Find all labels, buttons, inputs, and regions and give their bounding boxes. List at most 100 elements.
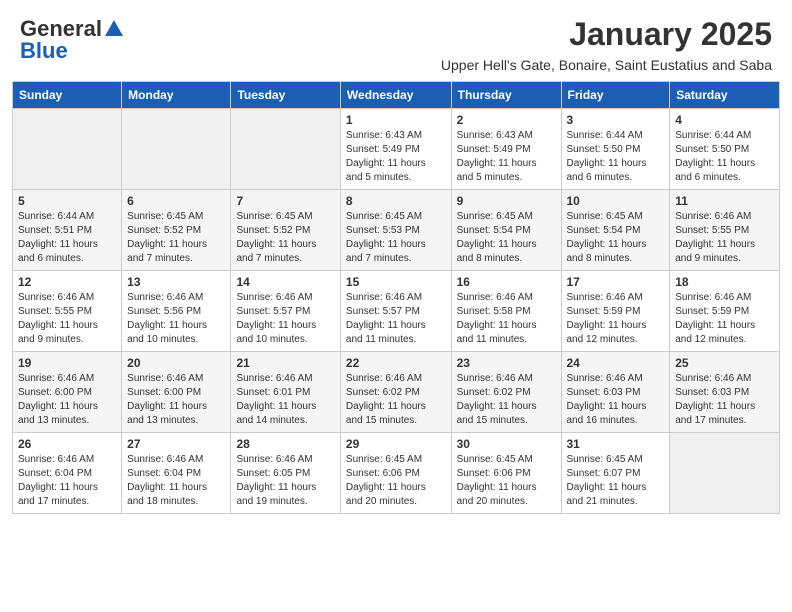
day-info: Sunrise: 6:46 AMSunset: 6:00 PMDaylight:… [18,372,116,428]
day-number: 18 [675,275,774,289]
table-row: 10Sunrise: 6:45 AMSunset: 5:54 PMDayligh… [561,190,670,271]
header-saturday: Saturday [670,82,780,109]
day-number: 22 [346,356,446,370]
calendar: Sunday Monday Tuesday Wednesday Thursday… [0,81,792,526]
table-row [231,109,340,190]
table-row: 3 Sunrise: 6:44 AMSunset: 5:50 PMDaylight… [561,109,670,190]
day-info: Sunrise: 6:46 AMSunset: 5:59 PMDaylight:… [675,291,774,347]
day-number: 27 [127,437,225,451]
table-row: 15Sunrise: 6:46 AMSunset: 5:57 PMDayligh… [340,271,451,352]
header-monday: Monday [122,82,231,109]
table-row: 17 Sunrise: 6:46 AMSunset: 5:59 PMDayligh… [561,271,670,352]
table-row: 5 Sunrise: 6:44 AMSunset: 5:51 PMDaylight… [13,190,122,271]
day-info: Sunrise: 6:46 AMSunset: 5:55 PMDaylight:… [675,210,774,266]
table-row: 28 Sunrise: 6:46 AMSunset: 6:05 PMDayligh… [231,433,340,514]
day-number: 26 [18,437,116,451]
day-info: Sunrise: 6:45 AMSunset: 5:53 PMDaylight:… [346,210,446,266]
day-number: 29 [346,437,446,451]
day-number: 1 [346,113,446,127]
table-row: 18 Sunrise: 6:46 AMSunset: 5:59 PMDayligh… [670,271,780,352]
day-info: Sunrise: 6:46 AMSunset: 6:03 PMDaylight:… [567,372,665,428]
table-row: 8 Sunrise: 6:45 AMSunset: 5:53 PMDaylight… [340,190,451,271]
day-number: 21 [236,356,334,370]
calendar-body: 1 Sunrise: 6:43 AMSunset: 5:49 PMDaylight… [13,109,780,514]
table-row: 1 Sunrise: 6:43 AMSunset: 5:49 PMDaylight… [340,109,451,190]
day-info: Sunrise: 6:44 AMSunset: 5:51 PMDaylight:… [18,210,116,266]
month-title: January 2025 [441,16,772,53]
table-row: 11 Sunrise: 6:46 AMSunset: 5:55 PMDayligh… [670,190,780,271]
logo: General Blue [20,16,125,64]
table-row: 22Sunrise: 6:46 AMSunset: 6:02 PMDayligh… [340,352,451,433]
day-number: 20 [127,356,225,370]
day-number: 24 [567,356,665,370]
day-number: 12 [18,275,116,289]
day-number: 11 [675,194,774,208]
day-info: Sunrise: 6:44 AMSunset: 5:50 PMDaylight:… [675,129,774,185]
calendar-table: Sunday Monday Tuesday Wednesday Thursday… [12,81,780,514]
day-info: Sunrise: 6:46 AMSunset: 5:57 PMDaylight:… [236,291,334,347]
logo-blue: Blue [20,38,68,64]
day-info: Sunrise: 6:46 AMSunset: 5:59 PMDaylight:… [567,291,665,347]
table-row: 23 Sunrise: 6:46 AMSunset: 6:02 PMDayligh… [451,352,561,433]
calendar-header: Sunday Monday Tuesday Wednesday Thursday… [13,82,780,109]
table-row: 25Sunrise: 6:46 AMSunset: 6:03 PMDayligh… [670,352,780,433]
table-row: 14Sunrise: 6:46 AMSunset: 5:57 PMDayligh… [231,271,340,352]
day-info: Sunrise: 6:45 AMSunset: 5:52 PMDaylight:… [127,210,225,266]
day-number: 15 [346,275,446,289]
table-row: 6 Sunrise: 6:45 AMSunset: 5:52 PMDaylight… [122,190,231,271]
day-number: 23 [457,356,556,370]
day-info: Sunrise: 6:46 AMSunset: 6:00 PMDaylight:… [127,372,225,428]
day-info: Sunrise: 6:45 AMSunset: 5:52 PMDaylight:… [236,210,334,266]
day-info: Sunrise: 6:46 AMSunset: 6:04 PMDaylight:… [127,453,225,509]
day-info: Sunrise: 6:45 AMSunset: 6:06 PMDaylight:… [346,453,446,509]
day-info: Sunrise: 6:45 AMSunset: 5:54 PMDaylight:… [457,210,556,266]
table-row: 27 Sunrise: 6:46 AMSunset: 6:04 PMDayligh… [122,433,231,514]
table-row: 30Sunrise: 6:45 AMSunset: 6:06 PMDayligh… [451,433,561,514]
location-subtitle: Upper Hell's Gate, Bonaire, Saint Eustat… [441,57,772,73]
day-info: Sunrise: 6:46 AMSunset: 5:55 PMDaylight:… [18,291,116,347]
header-wednesday: Wednesday [340,82,451,109]
day-info: Sunrise: 6:46 AMSunset: 5:58 PMDaylight:… [457,291,556,347]
day-number: 25 [675,356,774,370]
day-number: 5 [18,194,116,208]
day-info: Sunrise: 6:44 AMSunset: 5:50 PMDaylight:… [567,129,665,185]
table-row: 19 Sunrise: 6:46 AMSunset: 6:00 PMDayligh… [13,352,122,433]
table-row: 7 Sunrise: 6:45 AMSunset: 5:52 PMDaylight… [231,190,340,271]
day-number: 31 [567,437,665,451]
table-row: 31 Sunrise: 6:45 AMSunset: 6:07 PMDayligh… [561,433,670,514]
table-row: 12 Sunrise: 6:46 AMSunset: 5:55 PMDayligh… [13,271,122,352]
day-info: Sunrise: 6:43 AMSunset: 5:49 PMDaylight:… [346,129,446,185]
day-number: 8 [346,194,446,208]
table-row: 26 Sunrise: 6:46 AMSunset: 6:04 PMDayligh… [13,433,122,514]
day-info: Sunrise: 6:46 AMSunset: 6:04 PMDaylight:… [18,453,116,509]
day-number: 28 [236,437,334,451]
header-sunday: Sunday [13,82,122,109]
table-row: 20 Sunrise: 6:46 AMSunset: 6:00 PMDayligh… [122,352,231,433]
day-info: Sunrise: 6:46 AMSunset: 6:02 PMDaylight:… [457,372,556,428]
day-number: 6 [127,194,225,208]
day-info: Sunrise: 6:45 AMSunset: 5:54 PMDaylight:… [567,210,665,266]
table-row [122,109,231,190]
day-number: 17 [567,275,665,289]
day-info: Sunrise: 6:46 AMSunset: 6:05 PMDaylight:… [236,453,334,509]
table-row: 4 Sunrise: 6:44 AMSunset: 5:50 PMDaylight… [670,109,780,190]
day-number: 13 [127,275,225,289]
table-row: 29 Sunrise: 6:45 AMSunset: 6:06 PMDayligh… [340,433,451,514]
day-number: 3 [567,113,665,127]
table-row: 21 Sunrise: 6:46 AMSunset: 6:01 PMDayligh… [231,352,340,433]
logo-icon [103,18,125,40]
day-number: 30 [457,437,556,451]
day-info: Sunrise: 6:45 AMSunset: 6:07 PMDaylight:… [567,453,665,509]
page-header: General Blue January 2025 Upper Hell's G… [0,0,792,81]
table-row: 16 Sunrise: 6:46 AMSunset: 5:58 PMDayligh… [451,271,561,352]
day-info: Sunrise: 6:46 AMSunset: 5:56 PMDaylight:… [127,291,225,347]
day-number: 4 [675,113,774,127]
table-row: 2Sunrise: 6:43 AMSunset: 5:49 PMDaylight… [451,109,561,190]
day-number: 7 [236,194,334,208]
day-number: 2 [457,113,556,127]
header-friday: Friday [561,82,670,109]
day-number: 16 [457,275,556,289]
day-info: Sunrise: 6:46 AMSunset: 6:01 PMDaylight:… [236,372,334,428]
day-number: 9 [457,194,556,208]
day-number: 19 [18,356,116,370]
